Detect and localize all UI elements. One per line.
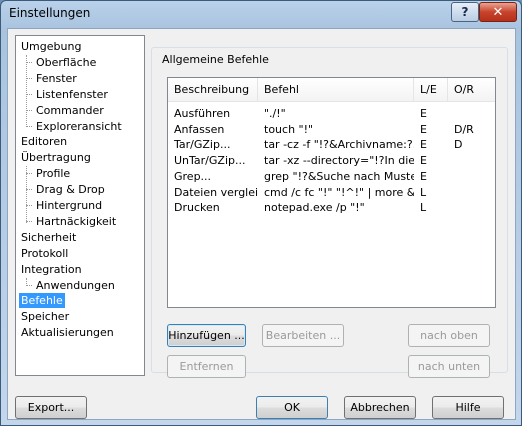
cell-le: E [420,154,427,168]
remove-button[interactable]: Entfernen [167,355,246,378]
move-down-button[interactable]: nach unten [408,355,490,378]
cell-command: "./!" [264,107,286,120]
cell-description: Grep... [174,169,212,183]
table-row[interactable]: UnTar/GZip... tar -xz --directory="!?In d… [168,153,495,168]
commands-group: Allgemeine Befehle Beschreibung Befehl L… [151,47,508,378]
tree-item-oberfläche[interactable]: Oberfläche [34,55,98,70]
table-row[interactable]: Ausführen "./!" E [168,106,495,121]
tree-item-anwendungen[interactable]: Anwendungen [34,278,117,293]
tree-item-speicher[interactable]: Speicher [19,309,71,324]
cell-or [448,106,495,121]
tree-item-übertragung[interactable]: Übertragung [19,150,93,165]
tree-item-listenfenster[interactable]: Listenfenster [34,87,110,102]
column-header-le[interactable]: L/E [414,78,448,102]
table-row[interactable]: Grep... grep "!?&Suche nach Muste... E [168,169,495,184]
tree-item-umgebung[interactable]: Umgebung [19,39,83,54]
tree-item-editoren[interactable]: Editoren [19,134,69,149]
cell-or [448,169,495,184]
tree-guide-branch [26,77,32,79]
tree-guide-branch [26,205,32,206]
window-title: Einstellungen [9,6,91,20]
column-header-description[interactable]: Beschreibung [168,78,258,102]
cell-command: tar -cz -f "!?&Archivname:?... [264,138,414,152]
title-bar[interactable]: Einstellungen ? ✕ [1,1,521,27]
cell-or [448,185,495,200]
tree-guide-branch [26,93,32,95]
tree-guide-line [26,166,27,223]
export-button[interactable]: Export... [15,396,87,419]
cell-command: grep "!?&Suche nach Muste... [264,169,414,183]
cell-le: E [420,107,427,120]
cell-le: E [420,138,427,152]
cell-le: L [420,185,427,199]
tree-guide-branch [26,284,32,286]
commands-panel: Allgemeine Befehle Beschreibung Befehl L… [151,35,511,378]
cell-or: D [454,138,463,152]
cell-description: Tar/GZip... [174,138,231,152]
tree-item-exploreransicht[interactable]: Exploreransicht [34,119,124,134]
column-header-or[interactable]: O/R [448,78,495,102]
question-icon: ? [461,5,469,19]
close-icon: ✕ [492,4,504,20]
cell-description: Drucken [174,201,220,215]
column-header-command[interactable]: Befehl [258,78,414,102]
cell-or [448,153,495,168]
settings-tree[interactable]: Umgebung Oberfläche Fenster Listenfenster Co… [15,35,145,376]
cell-description: UnTar/GZip... [174,154,246,168]
ok-button[interactable]: OK [256,396,328,419]
tree-guide-branch [26,61,32,63]
tree-guide-line [26,54,27,128]
title-help-button[interactable]: ? [451,2,479,22]
cell-command: notepad.exe /p "!" [264,201,365,215]
cell-command: tar -xz --directory="!?In diese... [264,154,414,168]
move-up-button[interactable]: nach oben [408,324,490,347]
help-button[interactable]: Hilfe [432,396,504,419]
list-header: Beschreibung Befehl L/E O/R [168,78,495,102]
tree-item-profile[interactable]: Profile [34,166,72,181]
tree-guide-branch [26,125,32,127]
group-label: Allgemeine Befehle [160,53,271,66]
tree-item-aktualisierungen[interactable]: Aktualisierungen [19,325,116,340]
tree-guide-branch [26,173,32,175]
tree-item-protokoll[interactable]: Protokoll [19,246,70,261]
cell-or [448,200,495,215]
table-row[interactable]: Drucken notepad.exe /p "!" L [168,200,495,215]
table-row[interactable]: Tar/GZip... tar -cz -f "!?&Archivname:?..… [168,137,495,152]
close-button[interactable]: ✕ [479,2,517,22]
tree-item-befehle[interactable]: Befehle [19,293,65,309]
commands-list[interactable]: Beschreibung Befehl L/E O/R Ausführen "./… [167,77,496,308]
cell-le: E [420,169,427,183]
cell-le: L [420,201,427,215]
tree-item-hintergrund[interactable]: Hintergrund [34,198,104,213]
tree-item-sicherheit[interactable]: Sicherheit [19,230,78,245]
tree-item-commander[interactable]: Commander [34,103,106,118]
table-row[interactable]: Dateien verglei... cmd /c fc "!" "!^!" | … [168,185,495,200]
tree-guide-branch [26,189,32,191]
edit-button[interactable]: Bearbeiten ... [262,324,344,347]
cell-description: Dateien verglei... [174,185,258,199]
cancel-button[interactable]: Abbrechen [344,396,416,419]
tree-item-hartnäckigkeit[interactable]: Hartnäckigkeit [34,214,118,229]
tree-item-drag-drop[interactable]: Drag & Drop [34,182,107,197]
tree-item-fenster[interactable]: Fenster [34,71,79,86]
cell-le: E [420,122,427,136]
cell-description: Ausführen [174,107,231,120]
table-row[interactable]: Anfassen touch "!" E D/R [168,122,495,137]
dialog-client: Umgebung Oberfläche Fenster Listenfenster Co… [7,28,516,420]
cell-description: Anfassen [174,122,225,136]
tree-guide-branch [26,220,32,222]
add-button[interactable]: Hinzufügen ... [167,324,246,347]
cell-command: cmd /c fc "!" "!^!" | more &&... [264,185,414,199]
settings-window: Einstellungen ? ✕ Umgebung Oberfläche Fens… [0,0,522,426]
tree-guide-branch [26,109,32,111]
tree-item-integration[interactable]: Integration [19,262,84,277]
cell-or: D/R [454,122,474,136]
cell-command: touch "!" [264,122,314,136]
